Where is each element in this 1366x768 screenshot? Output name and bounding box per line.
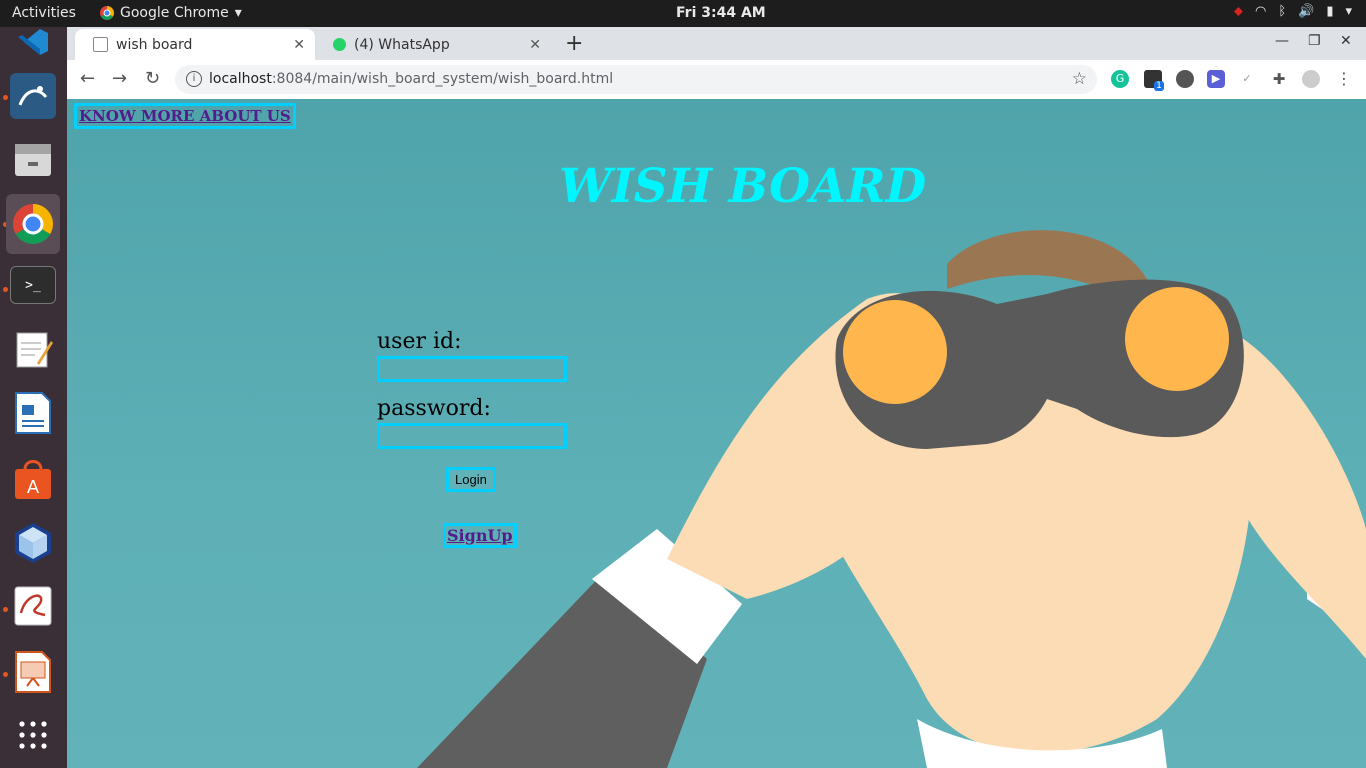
tab-wish-board[interactable]: wish board ✕ [75,29,315,60]
more-menu-icon[interactable]: ⋮ [1335,70,1353,88]
close-icon[interactable]: ✕ [529,37,541,53]
document-viewer-icon[interactable] [10,583,56,629]
extension-box-icon[interactable]: 1 [1144,70,1164,91]
info-icon[interactable]: i [186,71,202,87]
running-indicator [3,607,8,612]
tab-strip: wish board ✕ (4) WhatsApp ✕ + — ❐ ✕ [67,27,1366,60]
system-top-bar: Activities Google Chrome ▾ Fri 3:44 AM ⬥… [0,0,1366,27]
whatsapp-icon [333,38,346,51]
password-label: password: [377,396,491,421]
login-button[interactable]: Login [446,467,496,492]
files-icon[interactable] [10,137,56,183]
dropbox-icon[interactable]: ⬥ [1234,4,1243,19]
chevron-down-icon: ▾ [234,5,242,21]
chrome-icon[interactable] [6,194,60,254]
ubuntu-dock: >_ A [0,27,67,768]
tab-title: wish board [116,36,193,53]
login-form: user id: password: Login SignUp [377,329,567,548]
new-tab-button[interactable]: + [565,31,583,56]
close-window-button[interactable]: ✕ [1340,33,1352,49]
browser-toolbar: ← → ↻ i localhost:8084/main/wish_board_s… [67,60,1366,100]
close-icon[interactable]: ✕ [293,37,305,53]
software-center-icon[interactable]: A [10,457,56,503]
page-favicon-icon [93,37,108,52]
password-input[interactable] [377,423,567,449]
restore-button[interactable]: ❐ [1308,33,1321,49]
back-button[interactable]: ← [80,68,95,89]
grammarly-icon[interactable]: G [1111,70,1129,88]
userid-input[interactable] [377,356,567,382]
app-grid-icon[interactable] [10,712,56,758]
avatar[interactable] [1302,70,1320,88]
volume-icon: 🔊 [1298,4,1315,19]
app-menu[interactable]: Google Chrome ▾ [100,5,242,21]
running-indicator [3,672,8,677]
page-content: KNOW MORE ABOUT US WISH BOARD user id: p… [67,99,1366,768]
running-indicator [3,287,8,292]
extension-badge: 1 [1154,81,1164,91]
tab-whatsapp[interactable]: (4) WhatsApp ✕ [315,29,551,60]
zoom-icon[interactable]: ▶ [1207,70,1225,88]
text-editor-icon[interactable] [10,326,56,372]
puzzle-icon[interactable]: ✚ [1270,70,1288,88]
address-bar[interactable]: i localhost:8084/main/wish_board_system/… [175,65,1097,94]
system-tray[interactable]: ⬥ ◠ ᛒ 🔊 ▮ ▾ [1234,4,1352,19]
virtualbox-icon[interactable] [10,520,56,566]
app-menu-label: Google Chrome [120,5,229,21]
url-text: localhost:8084/main/wish_board_system/wi… [209,71,614,87]
running-indicator [3,95,8,100]
browser-window: wish board ✕ (4) WhatsApp ✕ + — ❐ ✕ ← → … [67,27,1366,100]
wifi-icon: ◠ [1254,4,1267,19]
bluetooth-icon: ᛒ [1278,4,1287,19]
userid-label: user id: [377,329,462,354]
page-title: WISH BOARD [559,159,927,214]
libreoffice-writer-icon[interactable] [10,390,56,436]
vscode-icon[interactable] [10,19,56,65]
circle-extension-icon[interactable] [1176,70,1194,88]
mysql-workbench-icon[interactable] [10,73,56,119]
terminal-icon[interactable]: >_ [10,266,56,304]
know-more-link[interactable]: KNOW MORE ABOUT US [74,103,296,129]
libreoffice-impress-icon[interactable] [10,649,56,695]
forward-button[interactable]: → [112,68,127,89]
minimize-button[interactable]: — [1275,33,1289,49]
bookmark-star-icon[interactable]: ☆ [1072,69,1087,89]
clock[interactable]: Fri 3:44 AM [676,5,766,21]
chrome-small-icon [100,6,114,20]
check-icon[interactable]: ✓ [1238,70,1256,88]
chevron-down-icon[interactable]: ▾ [1345,4,1352,19]
signup-link[interactable]: SignUp [443,523,517,548]
svg-text:A: A [27,477,40,498]
battery-icon: ▮ [1326,4,1334,19]
reload-button[interactable]: ↻ [145,68,160,89]
tab-title: (4) WhatsApp [354,36,450,53]
